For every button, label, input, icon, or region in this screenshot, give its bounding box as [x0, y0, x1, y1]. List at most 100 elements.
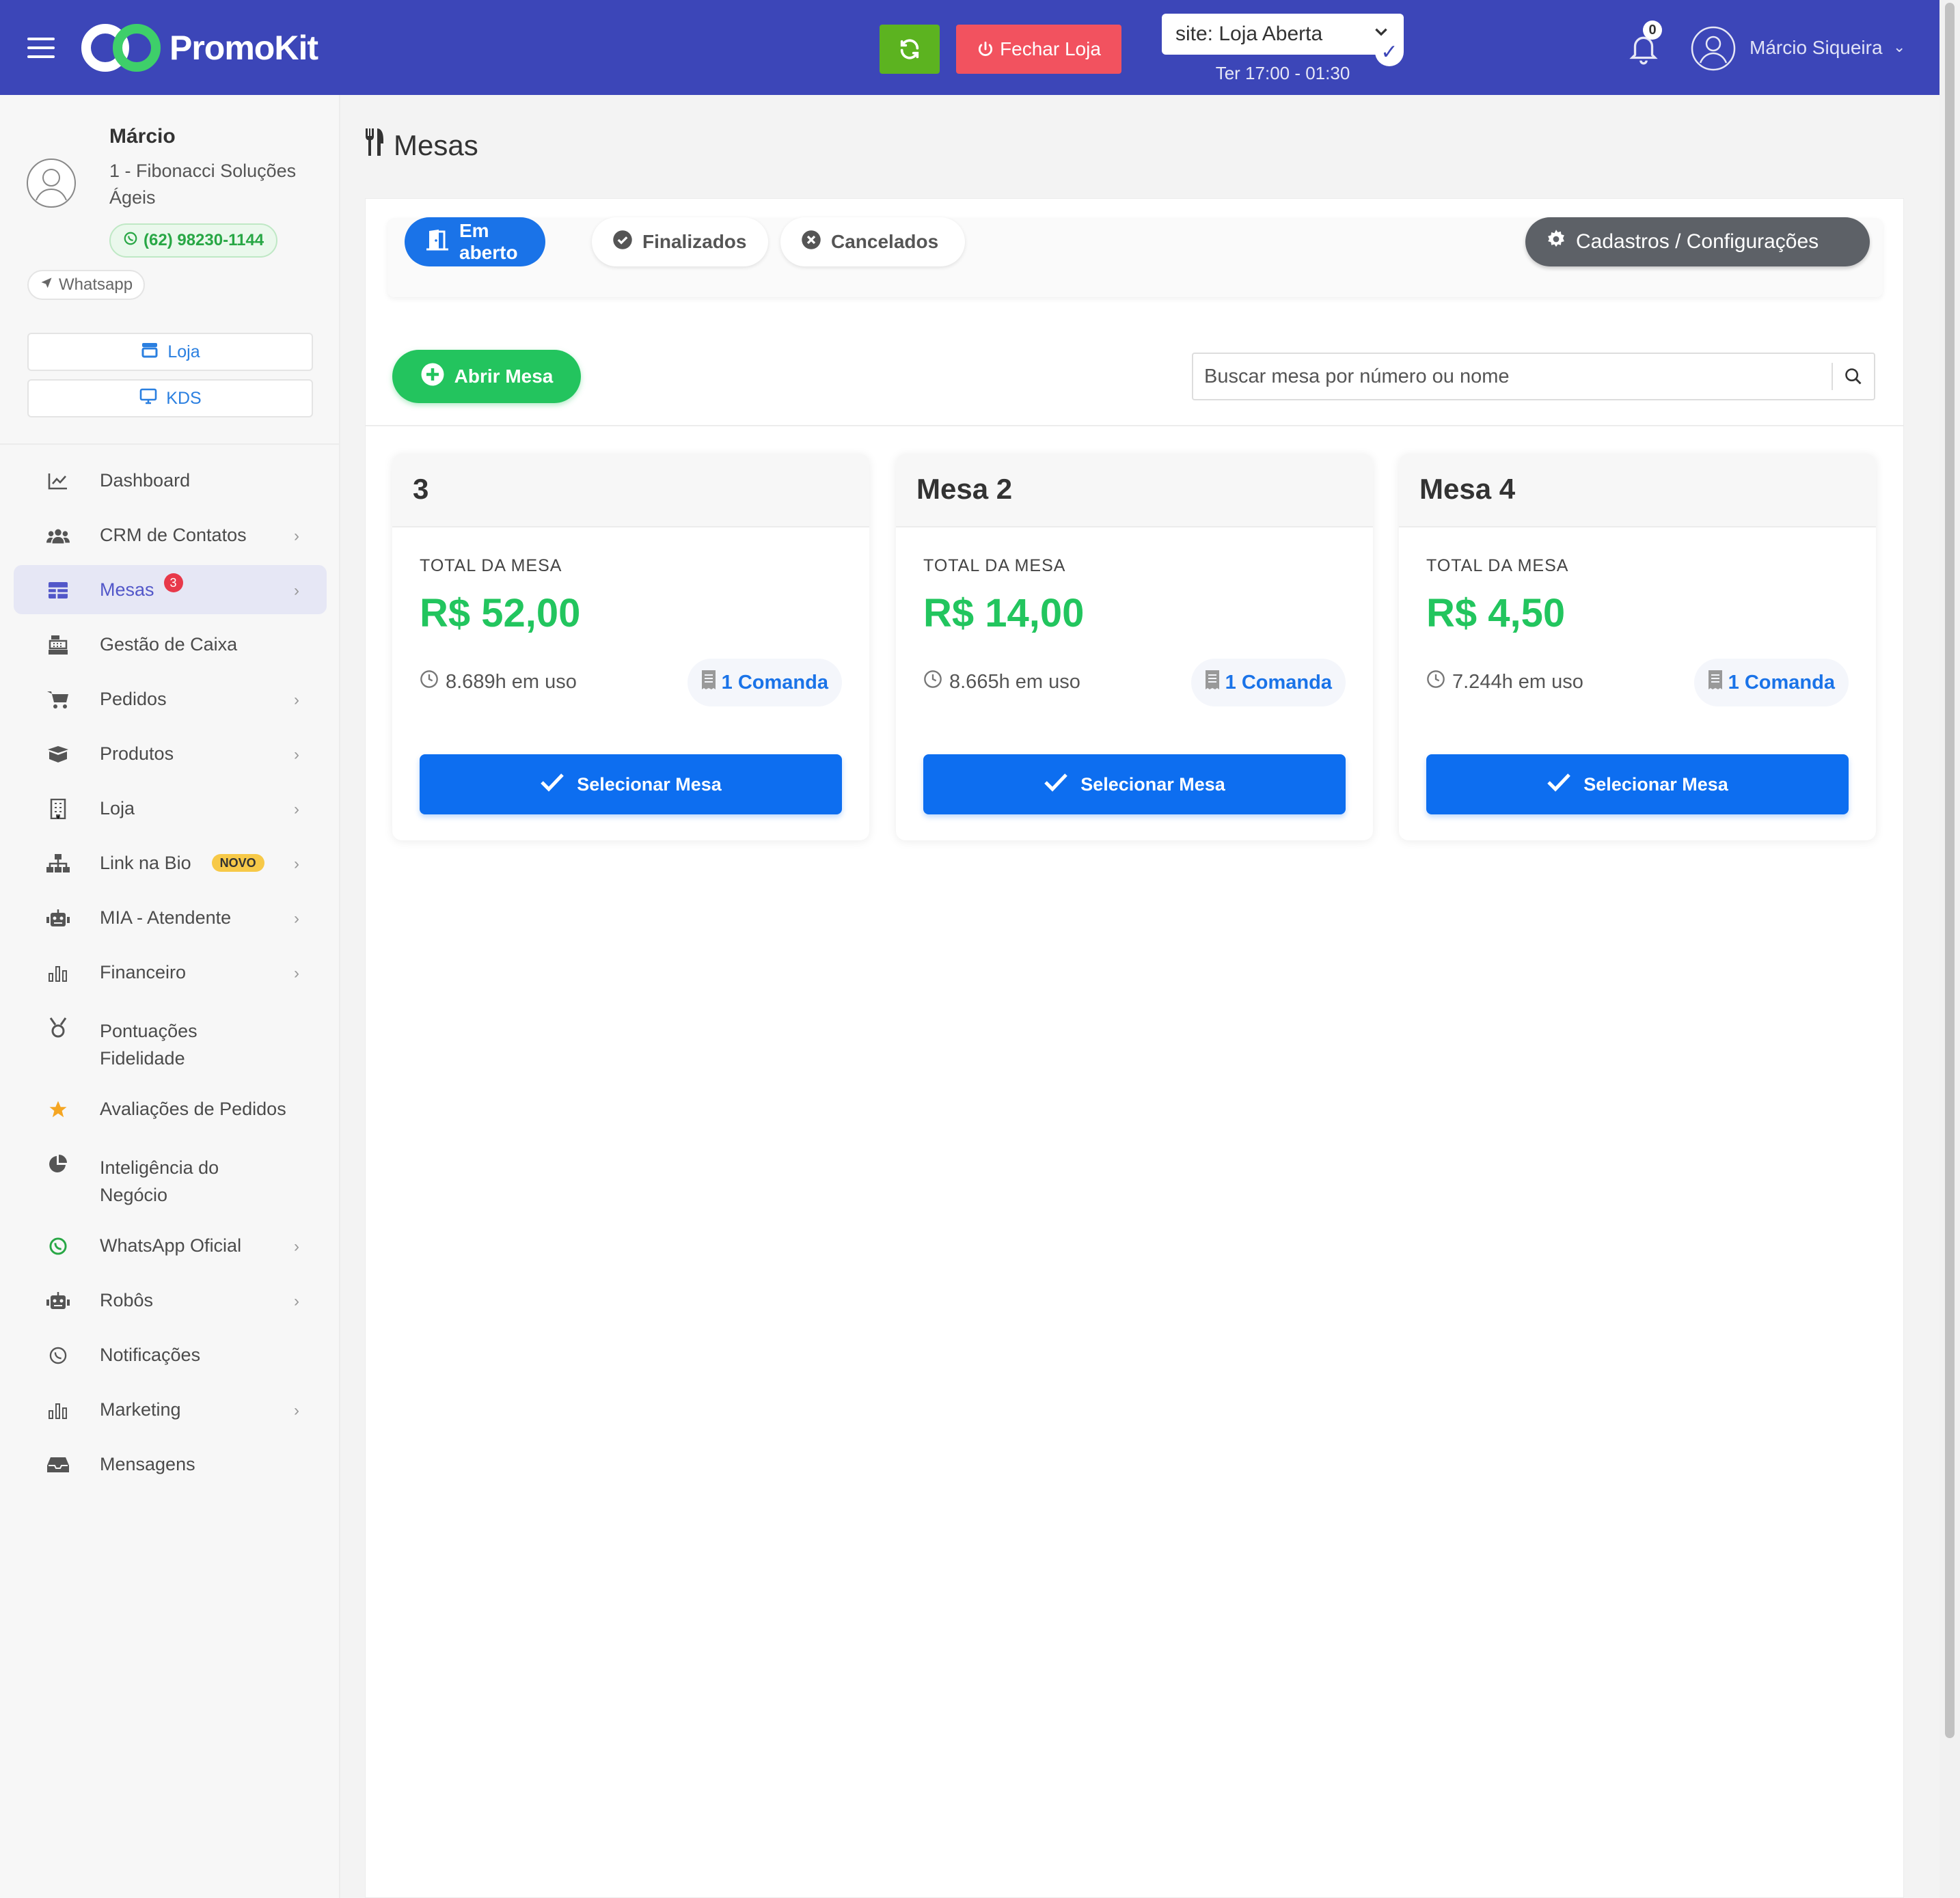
sidebar-item-mesas[interactable]: Mesas 3 › — [14, 565, 327, 614]
building-icon — [46, 799, 70, 819]
site-status-select[interactable]: site: Loja Aberta — [1162, 14, 1404, 55]
clock-icon — [923, 670, 942, 694]
star-icon — [46, 1099, 70, 1120]
close-store-button[interactable]: Fechar Loja — [956, 25, 1121, 74]
sidebar-item-label: Mensagens — [100, 1453, 195, 1474]
sidebar-item-label: Avaliações de Pedidos — [100, 1098, 286, 1119]
select-table-label: Selecionar Mesa — [577, 773, 722, 795]
tab-em-aberto[interactable]: Em aberto — [405, 217, 545, 266]
sidebar-item-label: Financeiro — [100, 961, 187, 982]
select-table-button[interactable]: Selecionar Mesa — [923, 754, 1346, 814]
whatsapp-button[interactable]: Whatsapp — [27, 270, 146, 300]
notification-count-badge: 0 — [1643, 20, 1662, 40]
select-table-button[interactable]: Selecionar Mesa — [1426, 754, 1849, 814]
check-icon — [1547, 772, 1571, 797]
usage-text: 7.244h em uso — [1452, 670, 1583, 693]
store-icon — [140, 342, 159, 363]
close-store-label: Fechar Loja — [1000, 38, 1101, 59]
comanda-count-badge[interactable]: 1 Comanda — [1190, 659, 1346, 706]
scrollbar-thumb[interactable] — [1945, 3, 1955, 1738]
sidebar-item-loja[interactable]: Loja › — [14, 781, 327, 836]
sidebar-item-marketing[interactable]: Marketing › — [14, 1382, 327, 1437]
bar-chart-icon — [46, 1400, 70, 1420]
store-hours: Ter 17:00 - 01:30 — [1215, 63, 1350, 83]
sidebar-item-dashboard[interactable]: Dashboard — [14, 453, 327, 508]
refresh-button[interactable] — [880, 25, 940, 74]
whatsapp-icon — [46, 1345, 70, 1366]
sidebar-item-crm[interactable]: CRM de Contatos › — [14, 508, 327, 562]
power-icon — [979, 41, 993, 56]
sidebar-item-label: Robôs — [100, 1289, 154, 1310]
search-icon[interactable] — [1832, 363, 1874, 390]
medal-icon — [46, 1017, 70, 1038]
sidebar-item-pedidos[interactable]: Pedidos › — [14, 672, 327, 726]
site-status-value: site: Loja Aberta — [1175, 23, 1323, 45]
whatsapp-label: Whatsapp — [59, 275, 133, 294]
sidebar-item-label: Gestão de Caixa — [100, 633, 238, 655]
brand-name: PromoKit — [169, 29, 318, 67]
chevron-right-icon: › — [294, 1237, 299, 1256]
send-icon — [40, 275, 53, 294]
table-usage-time: 8.665h em uso — [923, 670, 1080, 694]
sidebar-item-robos[interactable]: Robôs › — [14, 1273, 327, 1328]
comanda-count-badge[interactable]: 1 Comanda — [1693, 659, 1849, 706]
chevron-right-icon: › — [294, 800, 299, 819]
profile-phone-badge[interactable]: (62) 98230-1144 — [109, 223, 278, 258]
comanda-count: 1 Comanda — [1225, 671, 1332, 693]
times-circle-icon — [801, 230, 821, 255]
select-table-button[interactable]: Selecionar Mesa — [420, 754, 842, 814]
usage-text: 8.689h em uso — [446, 670, 577, 693]
user-menu[interactable]: Márcio Siqueira — [1750, 37, 1883, 59]
open-table-button[interactable]: Abrir Mesa — [392, 350, 581, 403]
sidebar-item-label: Pedidos — [100, 688, 167, 709]
sidebar-item-fidelidade[interactable]: Pontuações Fidelidade — [14, 1000, 327, 1082]
total-label: TOTAL DA MESA — [1426, 556, 1569, 575]
chevron-right-icon: › — [294, 964, 299, 982]
table-name: Mesa 2 — [896, 454, 1373, 527]
sidebar-item-mensagens[interactable]: Mensagens — [14, 1437, 327, 1491]
menu-toggle-icon[interactable] — [27, 38, 55, 58]
scrollbar[interactable] — [1939, 0, 1960, 1898]
receipt-icon — [701, 670, 716, 696]
mesas-count-badge: 3 — [163, 573, 183, 592]
profile-phone: (62) 98230-1144 — [144, 231, 264, 249]
table-search-input[interactable] — [1193, 354, 1832, 399]
kds-link-button[interactable]: KDS — [27, 379, 313, 417]
table-icon — [46, 580, 70, 601]
settings-button[interactable]: Cadastros / Configurações — [1525, 217, 1870, 266]
sidebar-item-label: CRM de Contatos — [100, 524, 247, 545]
tab-cancelados[interactable]: Cancelados — [780, 217, 965, 266]
check-icon — [540, 772, 564, 797]
sidebar-item-label: WhatsApp Oficial — [100, 1235, 242, 1256]
plus-circle-icon — [420, 362, 445, 391]
chevron-right-icon: › — [294, 691, 299, 709]
sidebar-item-link-bio[interactable]: Link na Bio NOVO › — [14, 836, 327, 890]
chevron-right-icon: › — [294, 581, 299, 600]
chevron-right-icon: › — [294, 909, 299, 928]
chevron-down-icon[interactable]: ⌄ — [1893, 38, 1905, 56]
whatsapp-icon — [123, 231, 138, 251]
new-badge: NOVO — [211, 854, 264, 872]
store-link-button[interactable]: Loja — [27, 333, 313, 371]
brand-logo[interactable]: PromoKit — [81, 23, 318, 72]
sidebar-item-inteligencia[interactable]: Inteligência do Negócio — [14, 1136, 327, 1218]
sidebar-item-caixa[interactable]: Gestão de Caixa — [14, 617, 327, 672]
sidebar-item-financeiro[interactable]: Financeiro › — [14, 945, 327, 1000]
table-total: R$ 52,00 — [420, 591, 581, 635]
sidebar-item-whatsapp-oficial[interactable]: WhatsApp Oficial › — [14, 1218, 327, 1273]
sidebar-item-label: Notificações — [100, 1344, 201, 1365]
section-divider — [365, 425, 1904, 426]
sidebar-item-mia[interactable]: MIA - Atendente › — [14, 890, 327, 945]
sidebar-item-notificacoes[interactable]: Notificações — [14, 1328, 327, 1382]
sidebar-item-produtos[interactable]: Produtos › — [14, 726, 327, 781]
comanda-count-badge[interactable]: 1 Comanda — [687, 659, 842, 706]
cart-icon — [46, 689, 70, 710]
sidebar-menu: Dashboard CRM de Contatos › Mesas 3 › Ge… — [14, 453, 327, 1491]
user-avatar-icon[interactable] — [1691, 26, 1736, 71]
tab-finalizados[interactable]: Finalizados — [592, 217, 768, 266]
gear-icon — [1546, 229, 1566, 255]
select-table-label: Selecionar Mesa — [1583, 773, 1728, 795]
open-table-label: Abrir Mesa — [454, 366, 554, 387]
sidebar-item-avaliacoes[interactable]: Avaliações de Pedidos — [14, 1082, 327, 1136]
monitor-icon — [139, 388, 158, 409]
